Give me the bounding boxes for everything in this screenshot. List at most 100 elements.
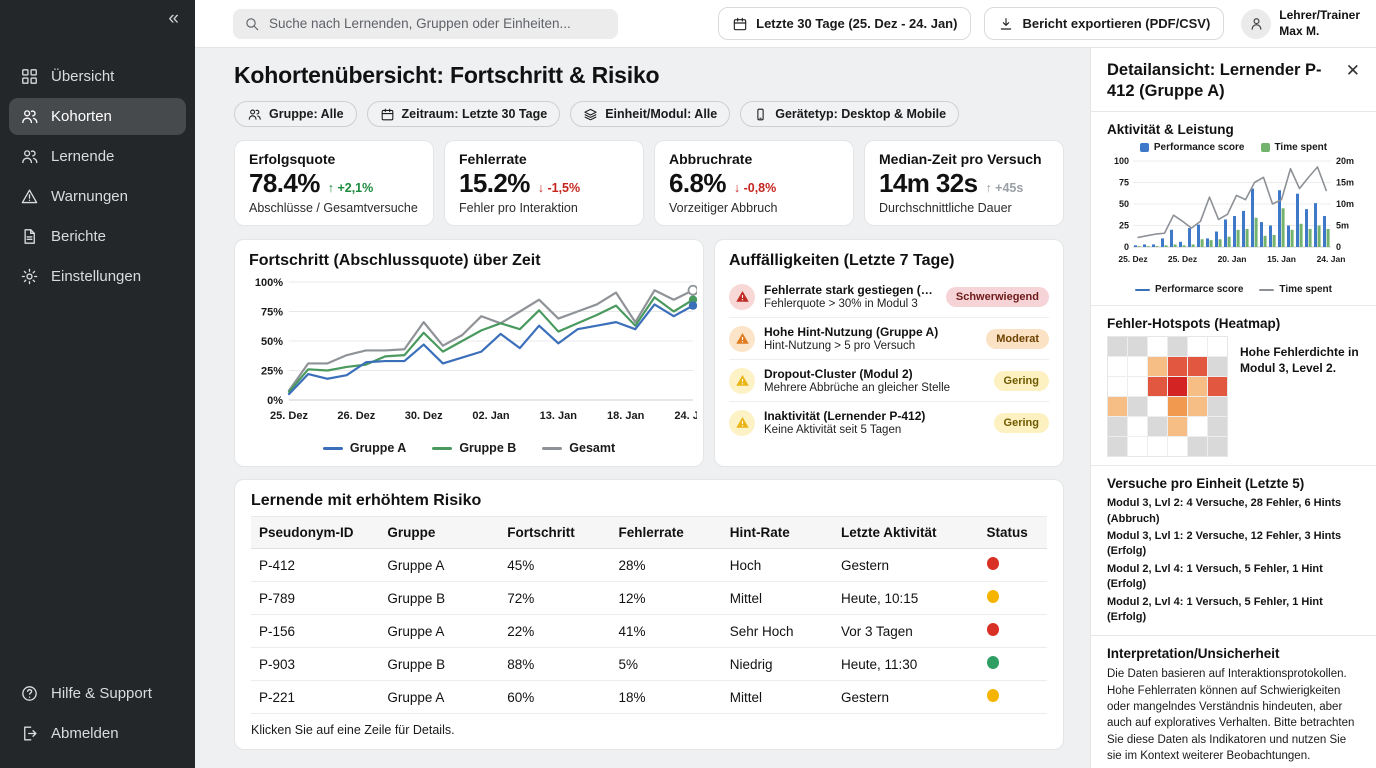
date-range-button[interactable]: Letzte 30 Tage (25. Dez - 24. Jan) <box>718 7 971 40</box>
lower-area: Kohortenübersicht: Fortschritt & Risiko … <box>195 48 1376 768</box>
filter-chip-gruppe[interactable]: Gruppe: Alle <box>234 101 357 127</box>
heatmap-cell <box>1208 437 1227 456</box>
filter-chip-label: Gerätetyp: Desktop & Mobile <box>775 107 946 121</box>
alert-description: Fehlerquote > 30% in Modul 3 <box>764 298 937 310</box>
alert-row-0[interactable]: Fehlerrate stark gestiegen (Gruppe B)Feh… <box>729 276 1049 318</box>
table-cell: Vor 3 Tagen <box>833 615 979 648</box>
filter-chip-einheit[interactable]: Einheit/Modul: Alle <box>570 101 730 127</box>
heatmap-cell <box>1148 337 1167 356</box>
activity-section: Aktivität & Leistung Performance scoreTi… <box>1091 111 1376 305</box>
legend-item: Gruppe A <box>323 441 406 455</box>
main-content: Kohortenübersicht: Fortschritt & Risiko … <box>195 48 1090 768</box>
table-cell: P-221 <box>251 681 379 714</box>
column-header: Hint-Rate <box>722 517 833 549</box>
alert-row-2[interactable]: Dropout-Cluster (Modul 2)Mehrere Abbrüch… <box>729 360 1049 402</box>
user-name: Max M. <box>1279 24 1360 40</box>
attempts-section-title: Versuche pro Einheit (Letzte 5) <box>1107 476 1360 491</box>
table-row[interactable]: P-156Gruppe A22%41%Sehr HochVor 3 Tagen <box>251 615 1047 648</box>
heatmap-cell <box>1108 357 1127 376</box>
table-cell: 88% <box>499 648 610 681</box>
heatmap-cell <box>1168 417 1187 436</box>
sidebar-item-label: Berichte <box>51 228 106 245</box>
sidebar-item-kohorten[interactable]: Kohorten <box>9 98 186 135</box>
detail-panel-title: Detailansicht: Lernender P-412 (Gruppe A… <box>1107 60 1344 101</box>
alert-row-1[interactable]: Hohe Hint-Nutzung (Gruppe A)Hint-Nutzung… <box>729 318 1049 360</box>
table-cell: Mittel <box>722 582 833 615</box>
close-icon[interactable]: ✕ <box>1344 62 1362 79</box>
filter-chips: Gruppe: Alle Zeitraum: Letzte 30 Tage Einh… <box>234 101 1064 127</box>
heatmap-cell <box>1128 377 1147 396</box>
svg-text:100%: 100% <box>255 277 283 289</box>
table-row[interactable]: P-903Gruppe B88%5%NiedrigHeute, 11:30 <box>251 648 1047 681</box>
activity-combo-chart: 00255m5010m7515m10020m25. Dez25. Dez20. … <box>1107 155 1361 279</box>
table-cell: 12% <box>610 582 721 615</box>
sidebar-item-warnungen[interactable]: Warnungen <box>9 178 186 215</box>
sidebar-item-label: Hilfe & Support <box>51 685 152 702</box>
sidebar: « ÜbersichtKohortenLernendeWarnungen Beri… <box>0 0 195 768</box>
column-header: Gruppe <box>379 517 499 549</box>
table-cell: 22% <box>499 615 610 648</box>
kpi-row: Erfolgsquote78.4%↑ +2,1%Abschlüsse / Ges… <box>234 140 1064 226</box>
kpi-value: 14m 32s <box>879 168 977 199</box>
table-cell: 18% <box>610 681 721 714</box>
sidebar-item-hilfe[interactable]: Hilfe & Support <box>9 675 186 712</box>
heatmap-cell <box>1128 337 1147 356</box>
svg-text:18. Jan: 18. Jan <box>607 410 645 422</box>
svg-text:0: 0 <box>1336 242 1341 252</box>
heatmap-cell <box>1168 337 1187 356</box>
svg-text:75: 75 <box>1119 178 1129 188</box>
table-cell: Heute, 11:30 <box>833 648 979 681</box>
table-cell: Heute, 10:15 <box>833 582 979 615</box>
attempts-section: Versuche pro Einheit (Letzte 5) Modul 3,… <box>1091 465 1376 635</box>
svg-text:25%: 25% <box>261 366 283 378</box>
sidebar-item-abmelden[interactable]: Abmelden <box>9 715 186 752</box>
table-row[interactable]: P-789Gruppe B72%12%MittelHeute, 10:15 <box>251 582 1047 615</box>
search-bar[interactable] <box>233 9 618 39</box>
kpi-card-0: Erfolgsquote78.4%↑ +2,1%Abschlüsse / Ges… <box>234 140 434 226</box>
layers-icon <box>583 107 598 122</box>
table-cell: 5% <box>610 648 721 681</box>
sidebar-footer: Hilfe & Support Abmelden <box>0 675 195 768</box>
kpi-subtitle: Abschlüsse / Gesamtversuche <box>249 201 419 215</box>
svg-text:20m: 20m <box>1336 156 1354 166</box>
heatmap-cell <box>1148 437 1167 456</box>
alert-description: Mehrere Abbrüche an gleicher Stelle <box>764 382 985 394</box>
table-cell: Gestern <box>833 681 979 714</box>
status-dot <box>987 590 999 603</box>
sidebar-item-berichte[interactable]: Berichte <box>9 218 186 255</box>
export-report-button[interactable]: Bericht exportieren (PDF/CSV) <box>984 7 1224 40</box>
page-title: Kohortenübersicht: Fortschritt & Risiko <box>234 62 1064 89</box>
legend-item: Performance score <box>1140 142 1245 153</box>
sidebar-item-lernende[interactable]: Lernende <box>9 138 186 175</box>
sidebar-item-einstellungen[interactable]: Einstellungen <box>9 258 186 295</box>
search-input[interactable] <box>269 16 607 31</box>
sidebar-item-uebersicht[interactable]: Übersicht <box>9 58 186 95</box>
table-row[interactable]: P-412Gruppe A45%28%HochGestern <box>251 549 1047 582</box>
table-cell: 72% <box>499 582 610 615</box>
calendar-icon <box>732 16 748 32</box>
table-cell: Gestern <box>833 549 979 582</box>
legend-item: Time spent <box>1259 284 1332 295</box>
svg-text:0%: 0% <box>267 395 283 407</box>
table-row[interactable]: P-221Gruppe A60%18%MittelGestern <box>251 681 1047 714</box>
sidebar-item-label: Einstellungen <box>51 268 141 285</box>
svg-text:25. Dez: 25. Dez <box>1118 254 1147 264</box>
filter-chip-zeitraum[interactable]: Zeitraum: Letzte 30 Tage <box>367 101 561 127</box>
alert-row-3[interactable]: Inaktivität (Lernender P-412)Keine Aktiv… <box>729 402 1049 443</box>
table-cell: 28% <box>610 549 721 582</box>
alert-title: Dropout-Cluster (Modul 2) <box>764 367 985 381</box>
download-icon <box>998 16 1014 32</box>
user-menu[interactable]: Lehrer/Trainer Max M. <box>1241 8 1360 39</box>
filter-chip-geraetetyp[interactable]: Gerätetyp: Desktop & Mobile <box>740 101 959 127</box>
svg-text:50%: 50% <box>261 336 283 348</box>
table-cell: P-412 <box>251 549 379 582</box>
table-cell: Sehr Hoch <box>722 615 833 648</box>
app-root: « ÜbersichtKohortenLernendeWarnungen Beri… <box>0 0 1376 768</box>
heatmap-cell <box>1128 357 1147 376</box>
heatmap-cell <box>1108 417 1127 436</box>
sidebar-collapse-button[interactable]: « <box>168 8 179 30</box>
alert-description: Keine Aktivität seit 5 Tagen <box>764 424 985 436</box>
table-cell: P-903 <box>251 648 379 681</box>
svg-text:15m: 15m <box>1336 178 1354 188</box>
table-cell: Gruppe B <box>379 648 499 681</box>
